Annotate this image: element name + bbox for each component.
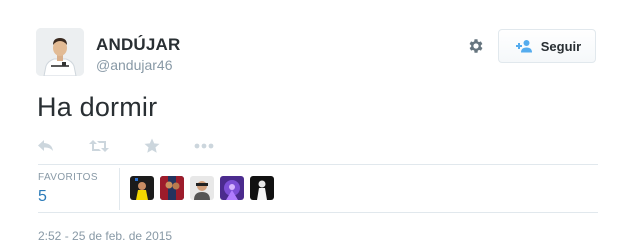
favoriter-avatar[interactable] xyxy=(130,176,154,200)
follow-button[interactable]: Seguir xyxy=(498,29,596,63)
more-dots-icon[interactable] xyxy=(194,138,214,154)
profile-fullname[interactable]: ANDÚJAR xyxy=(96,35,181,55)
tweet-timestamp[interactable]: 2:52 - 25 de feb. de 2015 xyxy=(38,229,172,243)
stats-separator xyxy=(119,168,120,210)
favoriter-avatar[interactable] xyxy=(190,176,214,200)
favorites-label[interactable]: FAVORITOS xyxy=(38,172,98,183)
favoriter-avatar[interactable] xyxy=(220,176,244,200)
gear-icon[interactable] xyxy=(466,36,486,56)
tweet-text: Ha dormir xyxy=(37,92,158,122)
divider xyxy=(38,212,598,213)
add-user-icon xyxy=(513,39,533,53)
avatar[interactable] xyxy=(36,28,84,76)
favoriter-avatar[interactable] xyxy=(160,176,184,200)
avatar-image xyxy=(36,28,84,76)
retweet-icon[interactable] xyxy=(89,138,109,154)
follow-button-label: Seguir xyxy=(540,38,582,54)
favoriter-avatar[interactable] xyxy=(250,176,274,200)
favorite-star-icon[interactable] xyxy=(144,138,160,154)
profile-username[interactable]: @andujar46 xyxy=(96,57,173,73)
reply-icon[interactable] xyxy=(38,138,54,154)
divider xyxy=(38,164,598,165)
favorites-count[interactable]: 5 xyxy=(38,188,47,206)
